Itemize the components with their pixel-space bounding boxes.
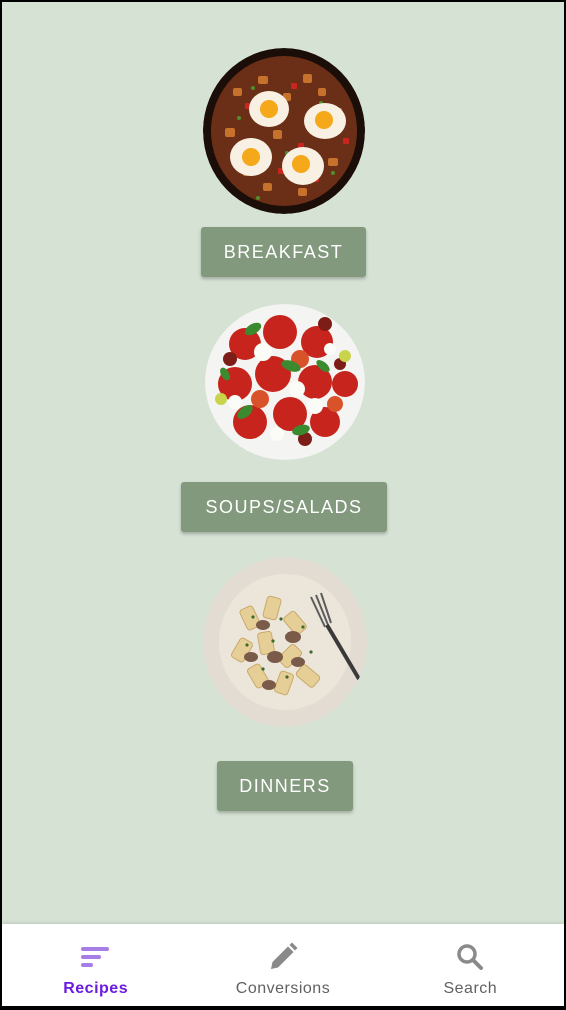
- breakfast-skillet-image: [203, 48, 365, 214]
- nav-item-conversions[interactable]: Conversions: [189, 924, 376, 1006]
- bottom-navigation: Recipes Conversions Search: [2, 924, 564, 1006]
- pencil-icon: [266, 942, 300, 972]
- nav-label-search: Search: [443, 980, 498, 997]
- pasta-dish-image: [203, 557, 367, 727]
- nav-label-conversions: Conversions: [235, 980, 331, 997]
- caprese-salad-image: [205, 304, 365, 460]
- nav-item-recipes[interactable]: Recipes: [2, 924, 189, 1006]
- nav-label-recipes: Recipes: [63, 980, 129, 997]
- breakfast-button[interactable]: BREAKFAST: [201, 227, 366, 277]
- soups-salads-button[interactable]: SOUPS/SALADS: [181, 482, 387, 532]
- nav-item-search[interactable]: Search: [377, 924, 564, 1006]
- sort-lines-icon: [79, 942, 113, 972]
- dinners-button[interactable]: DINNERS: [217, 761, 353, 811]
- app-frame: BREAKFAST SOUPS/SALADS DINNERS Recipes C…: [2, 2, 564, 1006]
- recipe-categories: BREAKFAST SOUPS/SALADS DINNERS: [2, 2, 564, 924]
- search-icon: [453, 942, 487, 972]
